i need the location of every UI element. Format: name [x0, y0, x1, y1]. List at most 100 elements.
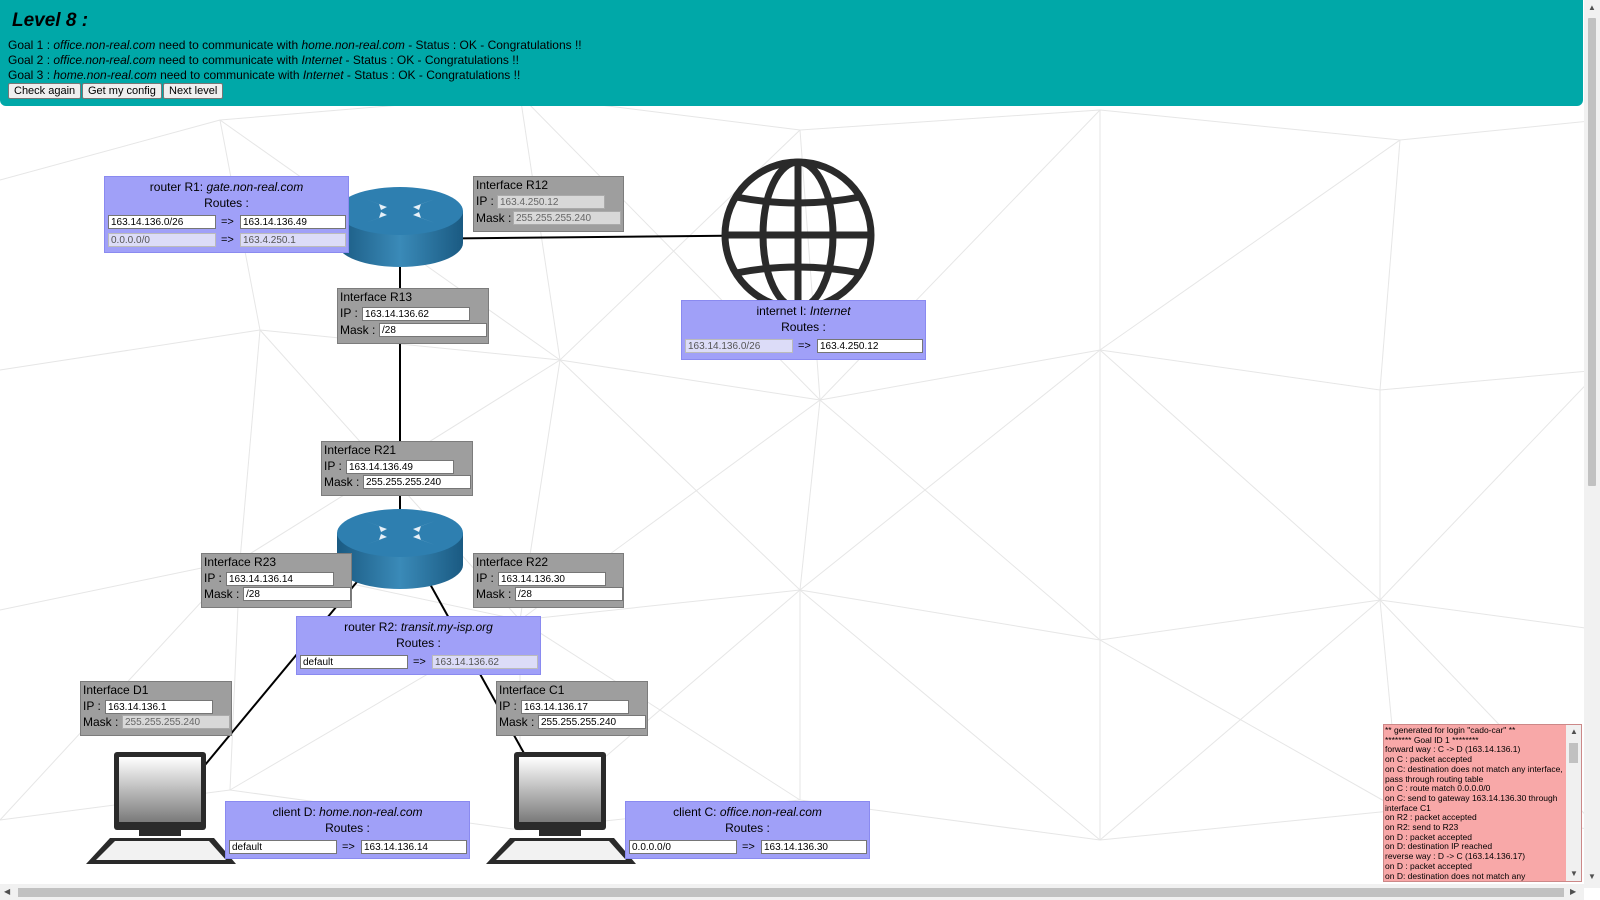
internet-globe-icon[interactable] [718, 155, 878, 315]
network-links [204, 234, 801, 766]
r2-route-1-gateway-readonly: 163.14.136.62 [432, 655, 538, 669]
interface-c1-mask-input[interactable]: 255.255.255.240 [538, 715, 646, 729]
r1-route-2-arrow: => [221, 234, 234, 246]
interface-r12-mask-label: Mask : [476, 211, 512, 225]
interface-r22-mask-input[interactable]: /28 [515, 587, 623, 601]
interface-d1-title: Interface D1 [83, 683, 149, 697]
internet-host: Internet [809, 304, 851, 318]
interface-r23-ip-input[interactable]: 163.14.136.14 [226, 572, 334, 586]
client-d-route-arrow: => [342, 841, 355, 853]
client-c-route-dest-input[interactable]: 0.0.0.0/0 [629, 840, 737, 854]
client-c-panel: client C: office.non-real.com Routes : 0… [625, 801, 870, 859]
vscroll-up-icon[interactable]: ▲ [1588, 3, 1596, 13]
interface-r12-title: Interface R12 [476, 178, 549, 192]
debug-log-panel[interactable]: ** generated for login "cado-car" ** ***… [1383, 724, 1582, 882]
interface-r12-ip-label: IP : [476, 194, 494, 208]
router-r1-routes-label: Routes : [204, 196, 249, 210]
router-r2-prefix: router R2: [344, 620, 401, 634]
interface-r23-panel: Interface R23 IP : 163.14.136.14 Mask : … [201, 553, 352, 608]
page-horizontal-scrollbar[interactable]: ◀ ▶ [0, 884, 1584, 900]
internet-title: internet I: Internet [682, 303, 925, 319]
interface-r13-title: Interface R13 [340, 290, 413, 304]
interface-d1-mask-readonly: 255.255.255.240 [122, 715, 230, 729]
r2-route-1-dest-input[interactable]: default [300, 655, 408, 669]
client-c-computer-icon[interactable] [484, 750, 639, 868]
interface-c1-title: Interface C1 [499, 683, 565, 697]
interface-r12-mask-readonly: 255.255.255.240 [513, 211, 621, 225]
log-scroll-thumb[interactable] [1569, 743, 1578, 763]
interface-d1-mask-label: Mask : [83, 715, 119, 729]
page-vertical-scrollbar[interactable]: ▲ ▼ [1584, 0, 1600, 888]
router-r1-title: router R1: gate.non-real.com [105, 179, 348, 195]
client-d-title: client D: home.non-real.com [226, 804, 469, 820]
interface-r12-panel: Interface R12 IP : 163.4.250.12 Mask : 2… [473, 176, 624, 232]
client-c-prefix: client C: [673, 805, 720, 819]
internet-route-gateway-input[interactable]: 163.4.250.12 [817, 339, 923, 353]
client-c-routes-label: Routes : [725, 821, 770, 835]
r1-route-1-dest-input[interactable]: 163.14.136.0/26 [108, 215, 216, 229]
client-c-route-arrow: => [742, 841, 755, 853]
router-r2-routes-label: Routes : [396, 636, 441, 650]
interface-d1-ip-input[interactable]: 163.14.136.1 [105, 700, 213, 714]
interface-c1-ip-input[interactable]: 163.14.136.17 [521, 700, 629, 714]
vscroll-thumb[interactable] [1588, 18, 1596, 486]
router-r2-host: transit.my-isp.org [400, 620, 493, 634]
interface-r12-ip-readonly: 163.4.250.12 [497, 195, 605, 209]
interface-r21-ip-input[interactable]: 163.14.136.49 [346, 460, 454, 474]
debug-log-text: ** generated for login "cado-car" ** ***… [1385, 725, 1563, 881]
client-c-host: office.non-real.com [719, 805, 822, 819]
interface-c1-panel: Interface C1 IP : 163.14.136.17 Mask : 2… [496, 681, 648, 736]
log-scroll-up-icon[interactable]: ▲ [1570, 727, 1578, 737]
r2-route-1-arrow: => [413, 656, 426, 668]
internet-route-dest-readonly: 163.14.136.0/26 [685, 339, 793, 353]
client-d-host: home.non-real.com [319, 805, 423, 819]
interface-r13-mask-input[interactable]: /28 [379, 323, 487, 337]
hscroll-thumb[interactable] [18, 888, 1564, 897]
interface-r22-title: Interface R22 [476, 555, 549, 569]
debug-log-scrollbar[interactable]: ▲ ▼ [1566, 725, 1581, 881]
interface-d1-panel: Interface D1 IP : 163.14.136.1 Mask : 25… [80, 681, 232, 736]
router-r1-panel: router R1: gate.non-real.com Routes : 16… [104, 176, 349, 253]
internet-routes-label: Routes : [781, 320, 826, 334]
r1-route-2-dest-readonly: 0.0.0.0/0 [108, 233, 216, 247]
interface-c1-ip-label: IP : [499, 699, 517, 713]
client-d-route-gateway-input[interactable]: 163.14.136.14 [361, 840, 467, 854]
router-r2-icon[interactable] [335, 505, 465, 597]
r1-route-1-gateway-input[interactable]: 163.14.136.49 [240, 215, 346, 229]
interface-d1-ip-label: IP : [83, 699, 101, 713]
interface-r13-ip-input[interactable]: 163.14.136.62 [362, 307, 470, 321]
client-d-computer-icon[interactable] [84, 750, 239, 868]
router-r1-prefix: router R1: [149, 180, 207, 194]
client-c-route-gateway-input[interactable]: 163.14.136.30 [761, 840, 867, 854]
interface-r21-mask-input[interactable]: 255.255.255.240 [363, 475, 471, 489]
internet-panel: internet I: Internet Routes : 163.14.136… [681, 300, 926, 360]
r1-route-2-gateway-readonly: 163.4.250.1 [240, 233, 346, 247]
interface-r13-panel: Interface R13 IP : 163.14.136.62 Mask : … [337, 288, 489, 344]
interface-r23-mask-input[interactable]: /28 [243, 587, 351, 601]
log-scroll-down-icon[interactable]: ▼ [1570, 869, 1578, 879]
interface-r13-mask-label: Mask : [340, 323, 376, 337]
interface-r22-ip-input[interactable]: 163.14.136.30 [498, 572, 606, 586]
client-d-route-dest-input[interactable]: default [229, 840, 337, 854]
interface-r13-ip-label: IP : [340, 306, 358, 320]
interface-r21-title: Interface R21 [324, 443, 397, 457]
router-r2-panel: router R2: transit.my-isp.org Routes : d… [296, 616, 541, 675]
client-d-routes-label: Routes : [325, 821, 370, 835]
internet-route-arrow: => [798, 340, 811, 352]
interface-c1-mask-label: Mask : [499, 715, 535, 729]
hscroll-right-icon[interactable]: ▶ [1570, 887, 1576, 897]
hscroll-left-icon[interactable]: ◀ [4, 887, 10, 897]
vscroll-down-icon[interactable]: ▼ [1588, 872, 1596, 882]
interface-r23-title: Interface R23 [204, 555, 277, 569]
client-d-panel: client D: home.non-real.com Routes : def… [225, 801, 470, 859]
router-r1-host: gate.non-real.com [206, 180, 304, 194]
interface-r21-panel: Interface R21 IP : 163.14.136.49 Mask : … [321, 441, 473, 496]
interface-r23-mask-label: Mask : [204, 587, 240, 601]
client-d-prefix: client D: [272, 805, 320, 819]
interface-r22-panel: Interface R22 IP : 163.14.136.30 Mask : … [473, 553, 624, 608]
interface-r21-ip-label: IP : [324, 459, 342, 473]
interface-r22-mask-label: Mask : [476, 587, 512, 601]
interface-r22-ip-label: IP : [476, 571, 494, 585]
router-r2-title: router R2: transit.my-isp.org [297, 619, 540, 635]
router-r1-icon[interactable] [335, 183, 465, 275]
